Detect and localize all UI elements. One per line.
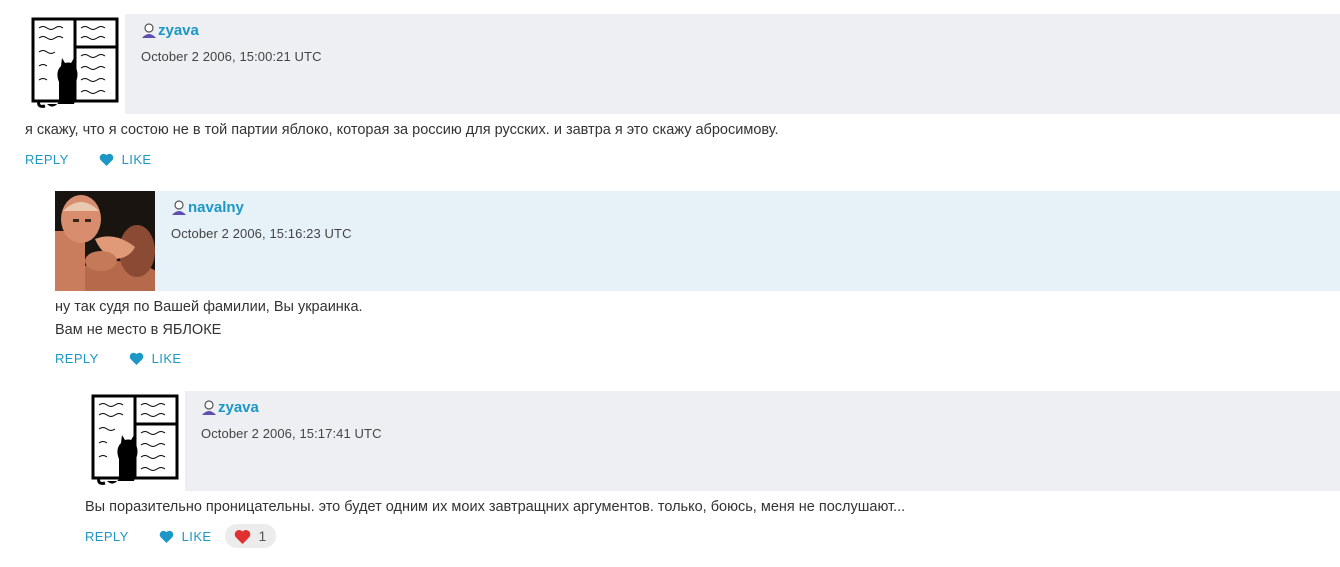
username-link[interactable]: zyava [158, 22, 199, 39]
comment-header: navalny October 2 2006, 15:16:23 UTC [155, 191, 1340, 291]
comment-line: Вы поразительно проницательны. это будет… [85, 499, 906, 515]
wrestler-avatar-image [55, 191, 155, 291]
comment-actions: REPLY LIKE [55, 351, 181, 366]
avatar[interactable] [85, 391, 185, 491]
heart-icon [159, 530, 173, 543]
comment-header: zyava October 2 2006, 15:17:41 UTC [185, 391, 1340, 491]
cat-window-avatar-image [31, 17, 119, 108]
reply-button[interactable]: REPLY [55, 351, 99, 366]
like-button[interactable]: LIKE [99, 152, 152, 167]
comment-text: Вы поразительно проницательны. это будет… [85, 496, 905, 519]
like-label: LIKE [121, 152, 152, 167]
red-heart-icon [235, 529, 251, 544]
like-button[interactable]: LIKE [129, 351, 182, 366]
user-icon [202, 399, 216, 415]
avatar[interactable] [55, 191, 155, 291]
comment-text: ну так судя по Вашей фамилии, Вы украинк… [55, 296, 363, 342]
comment-timestamp[interactable]: October 2 2006, 15:00:21 UTC [141, 49, 322, 64]
comment: zyava October 2 2006, 15:17:41 UTC Вы по… [0, 391, 1340, 561]
comment-author: navalny [171, 199, 244, 216]
reply-button[interactable]: REPLY [25, 152, 69, 167]
like-button[interactable]: LIKE [159, 529, 212, 544]
comment-author: zyava [141, 22, 199, 39]
comment: navalny October 2 2006, 15:16:23 UTC ну … [0, 191, 1340, 371]
comment-line: Вам не место в ЯБЛОКЕ [55, 322, 222, 338]
cat-window-avatar-image [91, 394, 179, 485]
like-label: LIKE [151, 351, 182, 366]
comment-line: ну так судя по Вашей фамилии, Вы украинк… [55, 299, 363, 315]
comment-header: zyava October 2 2006, 15:00:21 UTC [125, 14, 1340, 114]
like-label: LIKE [181, 528, 212, 544]
reply-button[interactable]: REPLY [85, 529, 129, 544]
user-icon [142, 22, 156, 38]
like-count-badge[interactable]: 1 [225, 524, 276, 548]
user-icon [172, 199, 186, 215]
comment-timestamp[interactable]: October 2 2006, 15:17:41 UTC [201, 426, 382, 441]
heart-icon [99, 153, 113, 166]
comment-author: zyava [201, 399, 259, 416]
comment-actions: REPLY LIKE 1 [85, 524, 276, 548]
comment-text: я скажу, что я состою не в той партии яб… [25, 119, 779, 142]
comment-actions: REPLY LIKE [25, 152, 151, 167]
heart-icon [129, 352, 143, 365]
comment: zyava October 2 2006, 15:00:21 UTC я ска… [0, 14, 1340, 184]
avatar[interactable] [25, 14, 125, 114]
like-count: 1 [258, 528, 267, 544]
username-link[interactable]: zyava [218, 399, 259, 416]
username-link[interactable]: navalny [188, 199, 244, 216]
comment-line: я скажу, что я состою не в той партии яб… [25, 122, 779, 138]
comment-timestamp[interactable]: October 2 2006, 15:16:23 UTC [171, 226, 352, 241]
